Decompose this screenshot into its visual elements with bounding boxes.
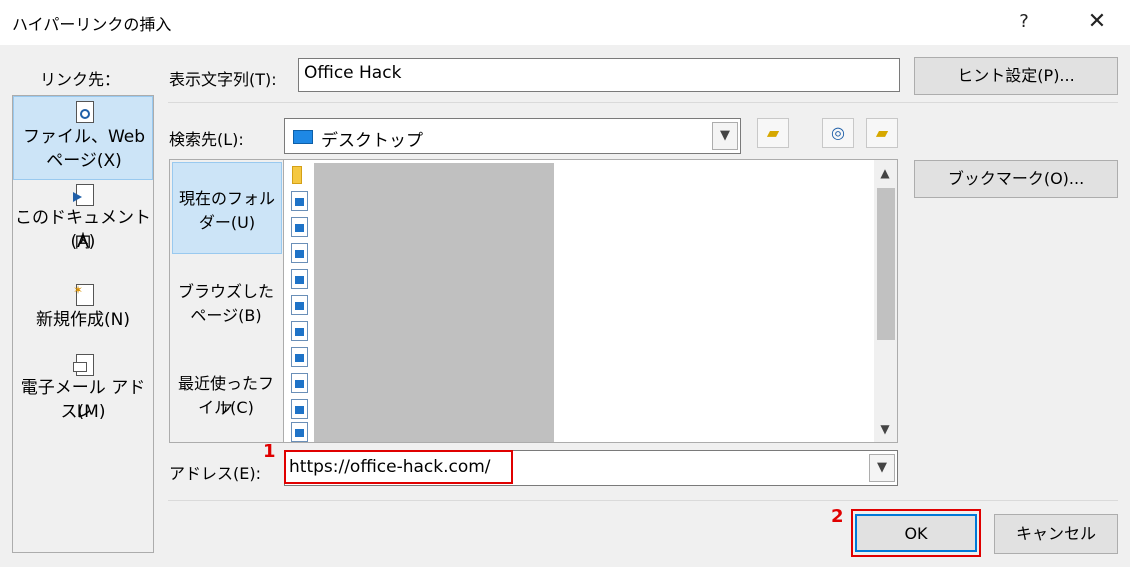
link-to-label: リンク先： xyxy=(40,70,121,89)
file-list[interactable] xyxy=(286,160,878,442)
place-in-document-icon xyxy=(73,184,95,206)
separator xyxy=(168,500,1118,501)
link-to-item-label: ス(M) xyxy=(60,402,106,422)
look-in-label: 検索先(L): xyxy=(169,130,244,149)
image-file-icon xyxy=(291,191,308,211)
file-browser: 現在のフォル ダー(U) ブラウズした ページ(B) 最近使ったファ イル(C)… xyxy=(169,159,898,443)
image-file-icon xyxy=(291,347,308,367)
file-list-scrollbar[interactable]: ▲ ▼ xyxy=(874,160,897,442)
file-nav-label: ダー(U) xyxy=(198,213,256,232)
file-nav-recent-files[interactable]: 最近使ったファ イル(C) xyxy=(172,360,282,440)
close-button[interactable]: ✕ xyxy=(1078,6,1116,38)
image-file-icon xyxy=(291,321,308,341)
folder-icon xyxy=(292,166,302,184)
image-file-icon xyxy=(291,269,308,289)
address-label: アドレス(E): xyxy=(169,464,261,483)
file-nav-label: 現在のフォル xyxy=(178,189,275,208)
file-nav-label: ブラウズした xyxy=(177,282,274,301)
scroll-thumb[interactable] xyxy=(877,188,895,340)
scroll-up-icon[interactable]: ▲ xyxy=(876,166,894,180)
step-1-marker: 1 xyxy=(263,441,276,462)
redacted-file-names xyxy=(314,163,554,442)
image-file-icon xyxy=(291,373,308,393)
link-to-panel: ファイル、Web ページ(X) このドキュメント内 (A) ✶ 新規作成(N) … xyxy=(12,95,154,553)
file-nav-browsed-pages[interactable]: ブラウズした ページ(B) xyxy=(172,268,282,348)
dialog-title: ハイパーリンクの挿入 xyxy=(12,15,172,34)
browse-file-icon[interactable]: ▰ xyxy=(866,118,898,148)
link-to-item-label: (A) xyxy=(70,232,96,252)
text-to-display-input[interactable]: Office Hack xyxy=(298,58,900,92)
browse-web-icon[interactable]: ◎ xyxy=(822,118,854,148)
image-file-icon xyxy=(291,243,308,263)
address-highlight xyxy=(284,450,513,484)
look-in-value: デスクトップ xyxy=(321,131,423,151)
file-nav-label: ページ(B) xyxy=(190,306,262,325)
look-in-dropdown[interactable]: デスクトップ ▼ xyxy=(284,118,741,154)
chevron-down-icon[interactable]: ▼ xyxy=(869,454,895,482)
link-to-file-web[interactable]: ファイル、Web ページ(X) xyxy=(13,96,153,180)
image-file-icon xyxy=(291,217,308,237)
link-to-new-document[interactable]: ✶ 新規作成(N) xyxy=(13,282,153,342)
step-2-marker: 2 xyxy=(831,506,844,527)
separator xyxy=(168,102,1118,103)
image-file-icon xyxy=(291,399,308,419)
file-nav-label: イル(C) xyxy=(198,398,254,417)
link-to-place-in-document[interactable]: このドキュメント内 (A) xyxy=(13,182,153,262)
ok-button[interactable]: OK xyxy=(855,514,977,552)
link-to-item-label: ファイル、Web xyxy=(22,127,146,147)
link-to-email[interactable]: 電子メール アドレ ス(M) xyxy=(13,352,153,432)
help-button[interactable]: ? xyxy=(1005,6,1043,38)
text-to-display-label: 表示文字列(T): xyxy=(169,70,277,89)
email-icon xyxy=(73,354,95,376)
bookmark-button[interactable]: ブックマーク(O)... xyxy=(914,160,1118,198)
scroll-down-icon[interactable]: ▼ xyxy=(876,422,894,436)
link-to-item-label: ページ(X) xyxy=(46,151,122,171)
chevron-down-icon[interactable]: ▼ xyxy=(712,122,738,150)
file-nav-current-folder[interactable]: 現在のフォル ダー(U) xyxy=(172,162,282,254)
up-one-folder-icon[interactable]: ▰ xyxy=(757,118,789,148)
screentip-button[interactable]: ヒント設定(P)... xyxy=(914,57,1118,95)
cancel-button[interactable]: キャンセル xyxy=(994,514,1118,554)
desktop-icon xyxy=(293,130,313,144)
link-to-item-label: 新規作成(N) xyxy=(36,310,130,330)
file-web-icon xyxy=(74,101,96,123)
new-document-icon: ✶ xyxy=(73,284,95,306)
image-file-icon xyxy=(291,295,308,315)
image-file-icon xyxy=(291,422,308,442)
file-nav: 現在のフォル ダー(U) ブラウズした ページ(B) 最近使ったファ イル(C) xyxy=(170,160,284,442)
